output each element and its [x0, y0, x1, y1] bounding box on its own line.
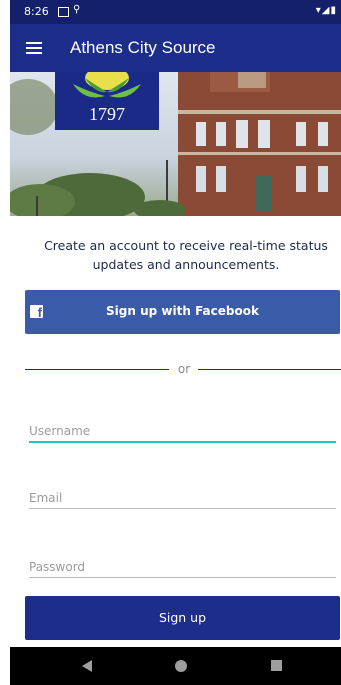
password-field	[29, 556, 336, 578]
username-underline	[29, 441, 336, 443]
status-bar: 8:26 ⚲ ▾◢▮	[10, 0, 341, 24]
hamburger-menu-icon[interactable]	[26, 42, 42, 54]
password-input[interactable]	[29, 557, 336, 577]
photo-notification-icon	[58, 7, 69, 17]
signup-button-label: Sign up	[158, 610, 207, 625]
back-icon[interactable]	[82, 660, 92, 672]
app-title: Athens City Source	[70, 38, 216, 57]
location-icon: ⚲	[73, 4, 81, 15]
intro-text: Create an account to receive real-time s…	[44, 238, 328, 272]
system-navigation-bar	[10, 647, 341, 685]
email-input[interactable]	[29, 488, 336, 508]
recents-icon[interactable]	[271, 660, 282, 671]
facebook-signup-button[interactable]: f Sign up with Facebook	[25, 290, 340, 334]
password-underline	[29, 577, 336, 578]
city-seal-logo: 1797	[55, 72, 159, 130]
hero-image: 1797	[10, 72, 341, 216]
username-field	[29, 420, 336, 443]
facebook-signup-label: Sign up with Facebook	[106, 304, 259, 318]
status-time: 8:26	[24, 5, 49, 18]
signup-button[interactable]: Sign up	[25, 596, 340, 640]
seal-emblem-icon	[73, 72, 141, 98]
app-screen: 8:26 ⚲ ▾◢▮ Athens City Source 1797 Creat…	[10, 0, 341, 685]
seal-year: 1797	[89, 104, 125, 124]
divider-or-text: or	[177, 362, 191, 376]
email-field	[29, 487, 336, 509]
app-bar: Athens City Source	[10, 24, 341, 72]
home-icon[interactable]	[175, 660, 187, 672]
divider-line-left	[25, 369, 169, 370]
username-input[interactable]	[29, 421, 336, 441]
divider-line-right	[198, 369, 341, 370]
email-underline	[29, 508, 336, 509]
signal-battery-icons: ▾◢▮	[315, 5, 337, 16]
